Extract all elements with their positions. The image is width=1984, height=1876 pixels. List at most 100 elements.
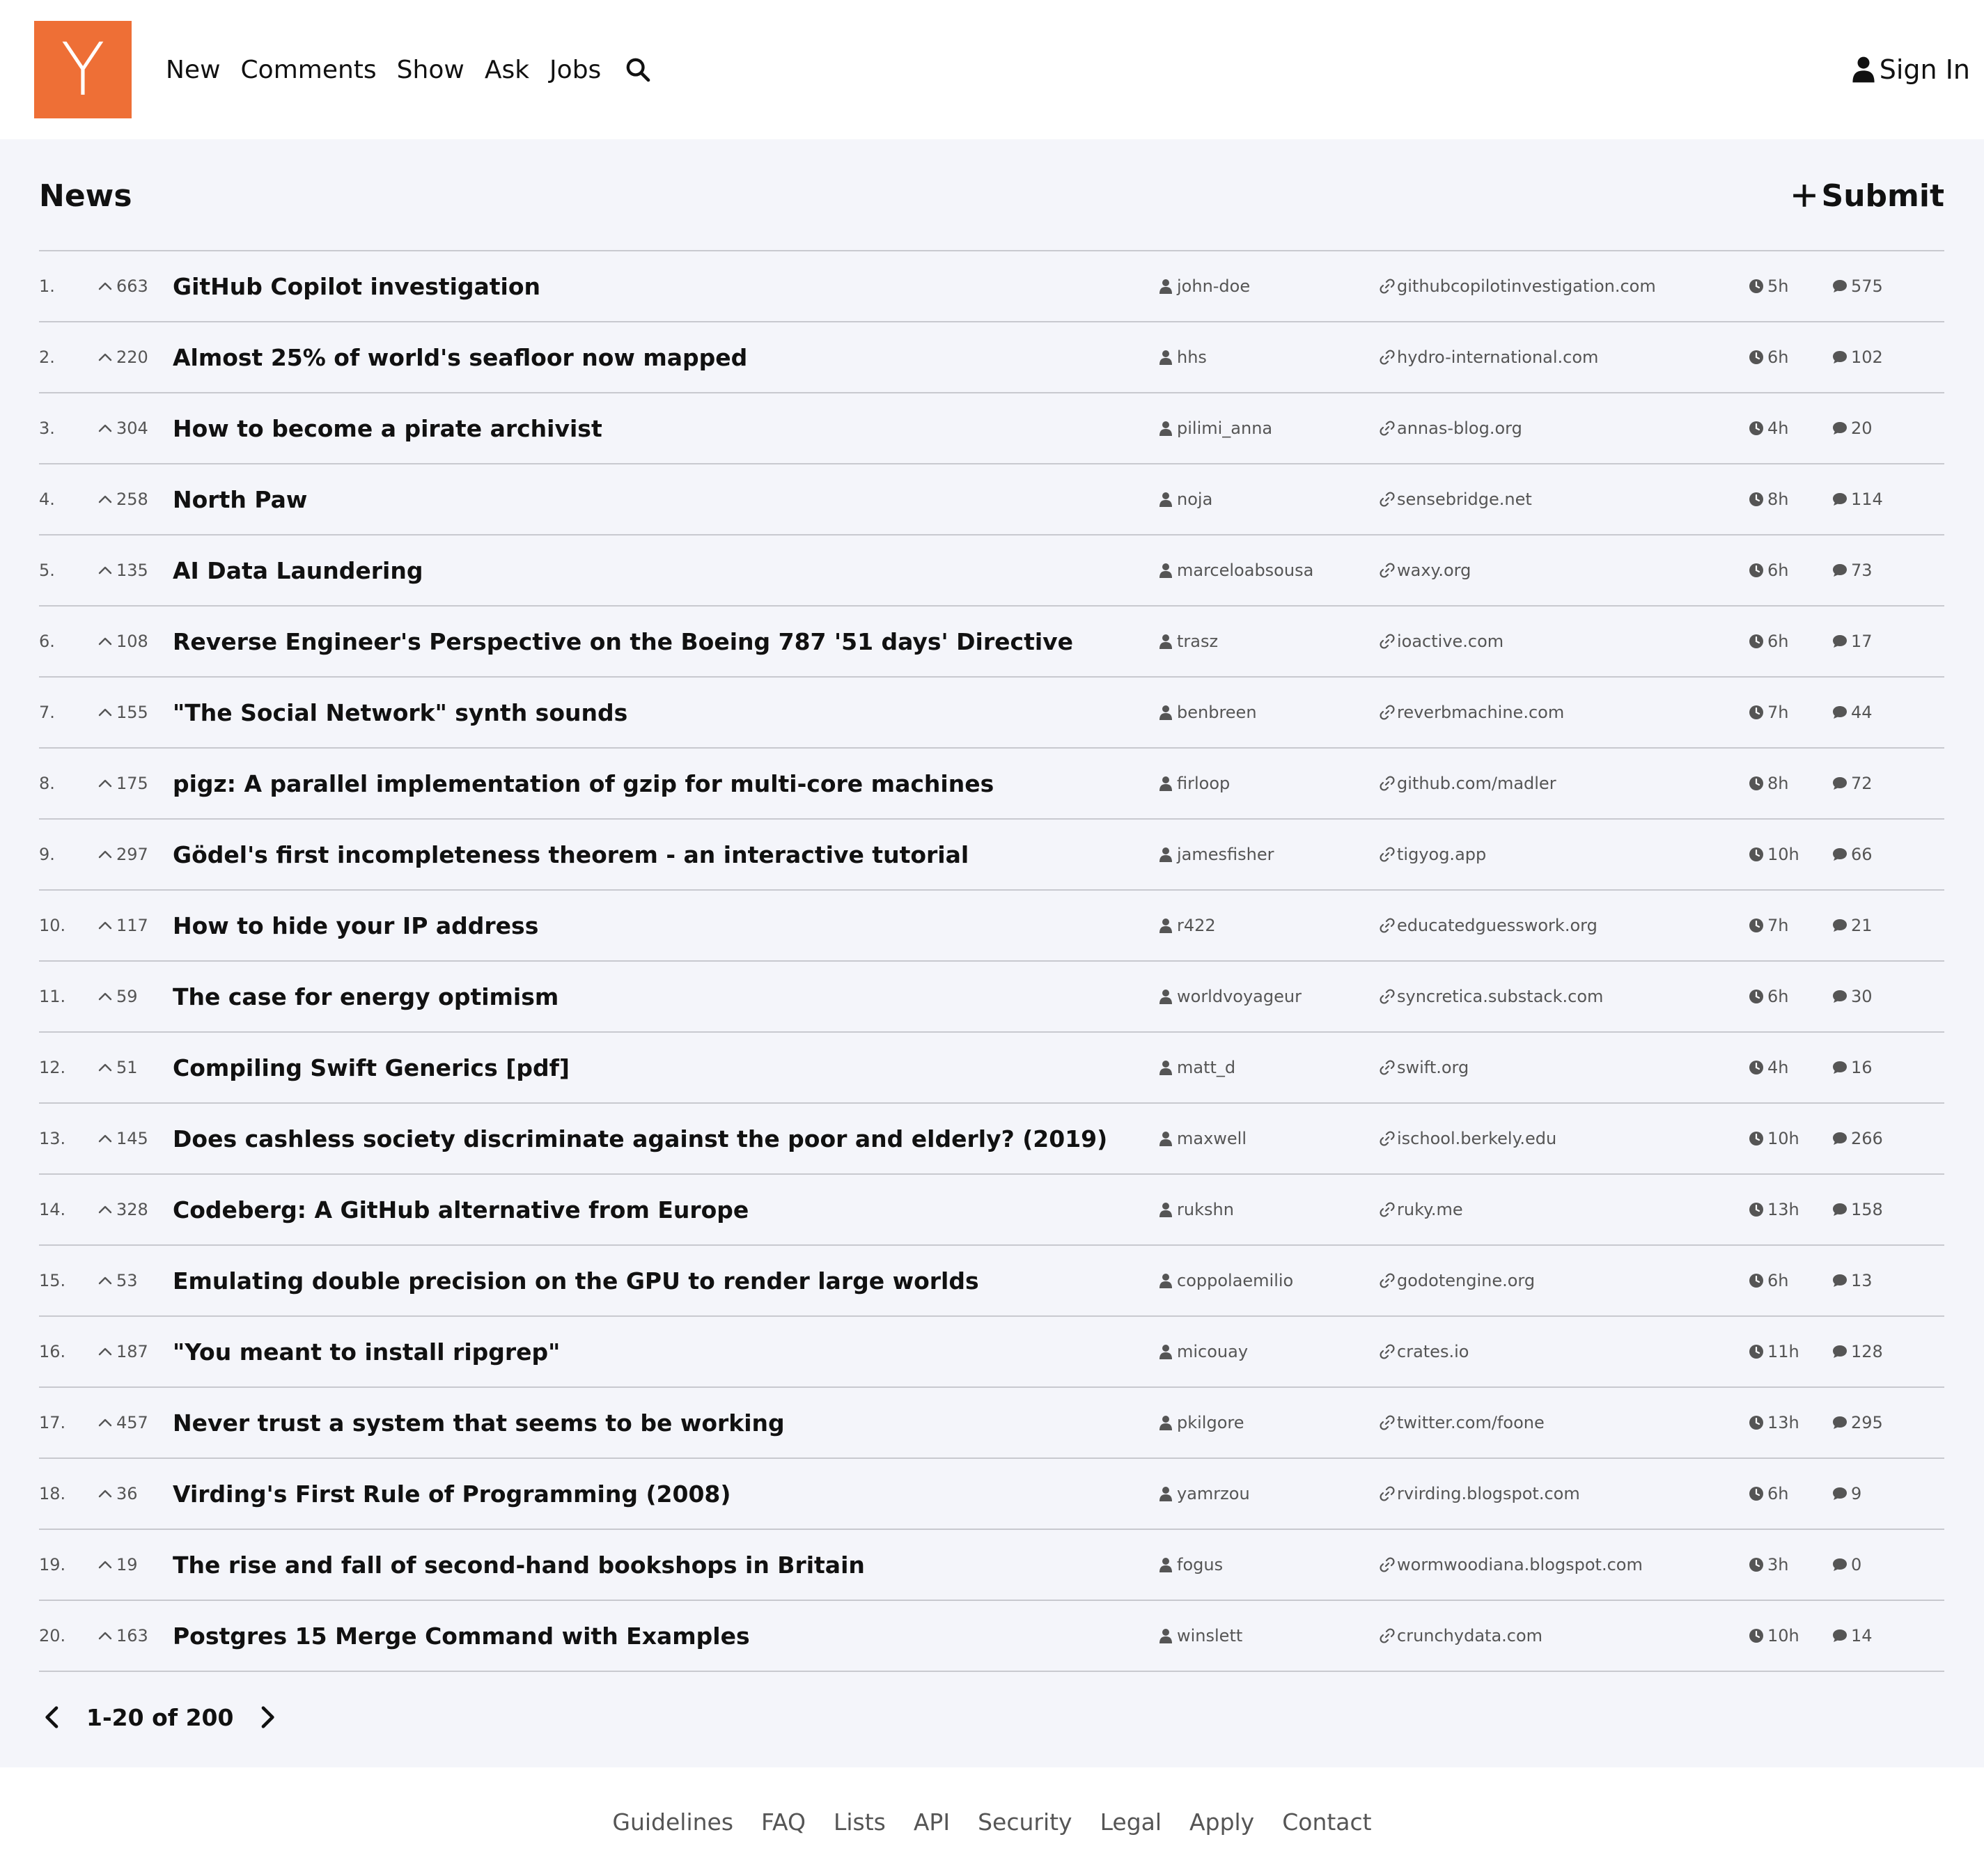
story-user[interactable]: jamesfisher [1157,845,1274,864]
story-comments[interactable]: 158 [1831,1200,1883,1219]
story-title[interactable]: pigz: A parallel implementation of gzip … [173,770,994,797]
story-domain[interactable]: waxy.org [1379,561,1471,580]
story-title[interactable]: Virding's First Rule of Programming (200… [173,1480,731,1508]
story-title[interactable]: Codeberg: A GitHub alternative from Euro… [173,1196,749,1224]
upvote-button[interactable]: 19 [97,1555,138,1574]
story-user[interactable]: matt_d [1157,1058,1235,1077]
story-user[interactable]: trasz [1157,632,1218,651]
upvote-button[interactable]: 187 [97,1342,148,1361]
search-icon[interactable] [624,56,652,84]
story-comments[interactable]: 102 [1831,347,1883,367]
story-domain[interactable]: crates.io [1379,1342,1469,1361]
nav-comments[interactable]: Comments [241,56,377,84]
footer-link-security[interactable]: Security [978,1808,1072,1836]
upvote-button[interactable]: 51 [97,1058,138,1077]
story-comments[interactable]: 21 [1831,916,1873,935]
story-title[interactable]: The case for energy optimism [173,983,559,1010]
story-title[interactable]: Almost 25% of world's seafloor now mappe… [173,344,747,371]
upvote-button[interactable]: 145 [97,1129,148,1148]
story-user[interactable]: winslett [1157,1626,1242,1646]
story-domain[interactable]: swift.org [1379,1058,1469,1077]
footer-link-apply[interactable]: Apply [1189,1808,1254,1836]
story-domain[interactable]: githubcopilotinvestigation.com [1379,276,1656,296]
story-domain[interactable]: crunchydata.com [1379,1626,1542,1646]
story-user[interactable]: hhs [1157,347,1207,367]
story-domain[interactable]: godotengine.org [1379,1271,1535,1290]
submit-button[interactable]: Submit [1791,178,1944,214]
story-title[interactable]: How to hide your IP address [173,912,538,939]
story-comments[interactable]: 30 [1831,987,1873,1006]
upvote-button[interactable]: 175 [97,774,148,793]
story-domain[interactable]: github.com/madler [1379,774,1556,793]
story-title[interactable]: Does cashless society discriminate again… [173,1125,1107,1152]
story-domain[interactable]: ischool.berkely.edu [1379,1129,1556,1148]
story-user[interactable]: pilimi_anna [1157,419,1272,438]
story-title[interactable]: How to become a pirate archivist [173,415,602,442]
chevron-right-icon[interactable] [253,1703,281,1731]
nav-show[interactable]: Show [397,56,464,84]
nav-new[interactable]: New [166,56,221,84]
story-user[interactable]: benbreen [1157,703,1257,722]
story-comments[interactable]: 17 [1831,632,1873,651]
upvote-button[interactable]: 457 [97,1413,148,1432]
story-comments[interactable]: 73 [1831,561,1873,580]
upvote-button[interactable]: 36 [97,1484,138,1503]
story-title[interactable]: Compiling Swift Generics [pdf] [173,1054,570,1081]
story-user[interactable]: rukshn [1157,1200,1234,1219]
story-domain[interactable]: rvirding.blogspot.com [1379,1484,1580,1503]
story-title[interactable]: The rise and fall of second-hand booksho… [173,1551,865,1579]
story-user[interactable]: marceloabsousa [1157,561,1313,580]
story-title[interactable]: Never trust a system that seems to be wo… [173,1409,785,1437]
story-user[interactable]: micouay [1157,1342,1248,1361]
upvote-button[interactable]: 304 [97,419,148,438]
story-domain[interactable]: ioactive.com [1379,632,1503,651]
upvote-button[interactable]: 663 [97,276,148,296]
nav-jobs[interactable]: Jobs [549,56,601,84]
story-domain[interactable]: hydro-international.com [1379,347,1598,367]
upvote-button[interactable]: 155 [97,703,148,722]
upvote-button[interactable]: 328 [97,1200,148,1219]
story-title[interactable]: Reverse Engineer's Perspective on the Bo… [173,628,1073,655]
upvote-button[interactable]: 135 [97,561,148,580]
sign-in-button[interactable]: Sign In [1852,0,1970,139]
story-comments[interactable]: 13 [1831,1271,1873,1290]
upvote-button[interactable]: 117 [97,916,148,935]
story-user[interactable]: firloop [1157,774,1230,793]
story-comments[interactable]: 66 [1831,845,1873,864]
story-title[interactable]: AI Data Laundering [173,557,423,584]
story-comments[interactable]: 266 [1831,1129,1883,1148]
story-domain[interactable]: syncretica.substack.com [1379,987,1603,1006]
story-domain[interactable]: twitter.com/foone [1379,1413,1545,1432]
story-title[interactable]: Emulating double precision on the GPU to… [173,1267,979,1295]
story-domain[interactable]: tigyog.app [1379,845,1486,864]
story-user[interactable]: pkilgore [1157,1413,1244,1432]
story-user[interactable]: worldvoyageur [1157,987,1302,1006]
story-comments[interactable]: 9 [1831,1484,1861,1503]
upvote-button[interactable]: 258 [97,490,148,509]
story-domain[interactable]: annas-blog.org [1379,419,1522,438]
story-user[interactable]: yamrzou [1157,1484,1250,1503]
footer-link-legal[interactable]: Legal [1100,1808,1162,1836]
story-comments[interactable]: 20 [1831,419,1873,438]
story-comments[interactable]: 114 [1831,490,1883,509]
upvote-button[interactable]: 59 [97,987,138,1006]
story-comments[interactable]: 0 [1831,1555,1861,1574]
upvote-button[interactable]: 297 [97,845,148,864]
story-domain[interactable]: ruky.me [1379,1200,1463,1219]
upvote-button[interactable]: 108 [97,632,148,651]
upvote-button[interactable]: 163 [97,1626,148,1646]
story-user[interactable]: noja [1157,490,1212,509]
story-comments[interactable]: 295 [1831,1413,1883,1432]
story-comments[interactable]: 44 [1831,703,1873,722]
footer-link-lists[interactable]: Lists [834,1808,886,1836]
story-title[interactable]: Gödel's first incompleteness theorem - a… [173,841,969,868]
story-domain[interactable]: educatedguesswork.org [1379,916,1598,935]
footer-link-guidelines[interactable]: Guidelines [612,1808,733,1836]
logo[interactable]: Y [34,21,132,118]
nav-ask[interactable]: Ask [485,56,529,84]
story-domain[interactable]: wormwoodiana.blogspot.com [1379,1555,1643,1574]
story-user[interactable]: coppolaemilio [1157,1271,1293,1290]
story-title[interactable]: "The Social Network" synth sounds [173,699,627,726]
story-title[interactable]: Postgres 15 Merge Command with Examples [173,1623,750,1650]
story-title[interactable]: "You meant to install ripgrep" [173,1338,560,1366]
